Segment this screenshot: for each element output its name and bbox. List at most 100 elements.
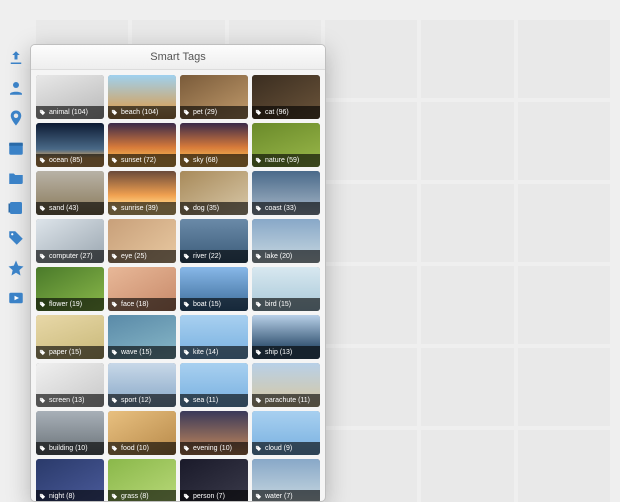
- tag-label: ocean (85): [49, 154, 82, 167]
- tag-label: beach (104): [121, 106, 158, 119]
- tag-label: sunset (72): [121, 154, 156, 167]
- people-icon[interactable]: [6, 78, 26, 98]
- tag-label: pet (29): [193, 106, 217, 119]
- tag-label: sand (43): [49, 202, 79, 215]
- tag-caption: cat (96): [252, 106, 320, 119]
- tag-icon: [255, 109, 262, 116]
- tag-river[interactable]: river (22): [180, 219, 248, 263]
- tags-icon[interactable]: [6, 228, 26, 248]
- tag-icon: [39, 109, 46, 116]
- tag-caption: evening (10): [180, 442, 248, 455]
- tag-coast[interactable]: coast (33): [252, 171, 320, 215]
- tag-caption: ship (13): [252, 346, 320, 359]
- tag-icon: [255, 157, 262, 164]
- tag-caption: screen (13): [36, 394, 104, 407]
- media-icon[interactable]: [6, 288, 26, 308]
- folder-icon[interactable]: [6, 168, 26, 188]
- tag-icon: [255, 253, 262, 260]
- tag-caption: beach (104): [108, 106, 176, 119]
- tag-face[interactable]: face (18): [108, 267, 176, 311]
- tag-ocean[interactable]: ocean (85): [36, 123, 104, 167]
- tag-sand[interactable]: sand (43): [36, 171, 104, 215]
- tag-label: cat (96): [265, 106, 289, 119]
- tag-icon: [111, 493, 118, 500]
- smart-tags-grid: animal (104) beach (104) pet (29) cat (96) o…: [31, 70, 325, 501]
- tag-animal[interactable]: animal (104): [36, 75, 104, 119]
- tag-icon: [255, 397, 262, 404]
- tag-screen[interactable]: screen (13): [36, 363, 104, 407]
- tag-pet[interactable]: pet (29): [180, 75, 248, 119]
- tag-evening[interactable]: evening (10): [180, 411, 248, 455]
- tag-sport[interactable]: sport (12): [108, 363, 176, 407]
- tag-caption: pet (29): [180, 106, 248, 119]
- tag-person[interactable]: person (7): [180, 459, 248, 501]
- tag-caption: ocean (85): [36, 154, 104, 167]
- tag-icon: [39, 157, 46, 164]
- tag-caption: dog (35): [180, 202, 248, 215]
- tag-food[interactable]: food (10): [108, 411, 176, 455]
- import-icon[interactable]: [6, 48, 26, 68]
- tag-icon: [183, 205, 190, 212]
- tag-label: wave (15): [121, 346, 152, 359]
- favorites-icon[interactable]: [6, 258, 26, 278]
- tag-cat[interactable]: cat (96): [252, 75, 320, 119]
- tag-bird[interactable]: bird (15): [252, 267, 320, 311]
- tag-label: sea (11): [193, 394, 218, 407]
- tag-icon: [39, 301, 46, 308]
- tag-caption: flower (19): [36, 298, 104, 311]
- tag-label: flower (19): [49, 298, 82, 311]
- tag-parachute[interactable]: parachute (11): [252, 363, 320, 407]
- tag-caption: sea (11): [180, 394, 248, 407]
- tag-label: person (7): [193, 490, 225, 501]
- tag-sky[interactable]: sky (68): [180, 123, 248, 167]
- tag-sea[interactable]: sea (11): [180, 363, 248, 407]
- tag-icon: [111, 445, 118, 452]
- tag-caption: sand (43): [36, 202, 104, 215]
- tag-eye[interactable]: eye (25): [108, 219, 176, 263]
- places-icon[interactable]: [6, 108, 26, 128]
- tag-caption: bird (15): [252, 298, 320, 311]
- tag-label: grass (8): [121, 490, 149, 501]
- tag-boat[interactable]: boat (15): [180, 267, 248, 311]
- albums-icon[interactable]: [6, 198, 26, 218]
- tag-caption: cloud (9): [252, 442, 320, 455]
- tag-computer[interactable]: computer (27): [36, 219, 104, 263]
- tag-label: night (8): [49, 490, 75, 501]
- tag-caption: face (18): [108, 298, 176, 311]
- tag-label: river (22): [193, 250, 221, 263]
- tag-caption: sunrise (39): [108, 202, 176, 215]
- tag-caption: food (10): [108, 442, 176, 455]
- tag-icon: [39, 253, 46, 260]
- calendar-icon[interactable]: [6, 138, 26, 158]
- tag-caption: animal (104): [36, 106, 104, 119]
- tag-beach[interactable]: beach (104): [108, 75, 176, 119]
- tag-icon: [39, 397, 46, 404]
- tag-ship[interactable]: ship (13): [252, 315, 320, 359]
- tag-grass[interactable]: grass (8): [108, 459, 176, 501]
- tag-label: food (10): [121, 442, 149, 455]
- tag-caption: paper (15): [36, 346, 104, 359]
- sidebar-rail: [6, 48, 28, 308]
- tag-wave[interactable]: wave (15): [108, 315, 176, 359]
- tag-sunrise[interactable]: sunrise (39): [108, 171, 176, 215]
- tag-flower[interactable]: flower (19): [36, 267, 104, 311]
- tag-label: dog (35): [193, 202, 219, 215]
- tag-dog[interactable]: dog (35): [180, 171, 248, 215]
- tag-label: animal (104): [49, 106, 88, 119]
- tag-building[interactable]: building (10): [36, 411, 104, 455]
- tag-caption: boat (15): [180, 298, 248, 311]
- tag-label: coast (33): [265, 202, 296, 215]
- tag-water[interactable]: water (7): [252, 459, 320, 501]
- tag-paper[interactable]: paper (15): [36, 315, 104, 359]
- tag-caption: sunset (72): [108, 154, 176, 167]
- tag-icon: [255, 445, 262, 452]
- tag-sunset[interactable]: sunset (72): [108, 123, 176, 167]
- tag-caption: night (8): [36, 490, 104, 501]
- tag-cloud[interactable]: cloud (9): [252, 411, 320, 455]
- smart-tags-panel: Smart Tags animal (104)beach (104)pet (2…: [30, 44, 326, 502]
- tag-icon: [255, 205, 262, 212]
- tag-lake[interactable]: lake (20): [252, 219, 320, 263]
- tag-kite[interactable]: kite (14): [180, 315, 248, 359]
- tag-nature[interactable]: nature (59): [252, 123, 320, 167]
- tag-night[interactable]: night (8): [36, 459, 104, 501]
